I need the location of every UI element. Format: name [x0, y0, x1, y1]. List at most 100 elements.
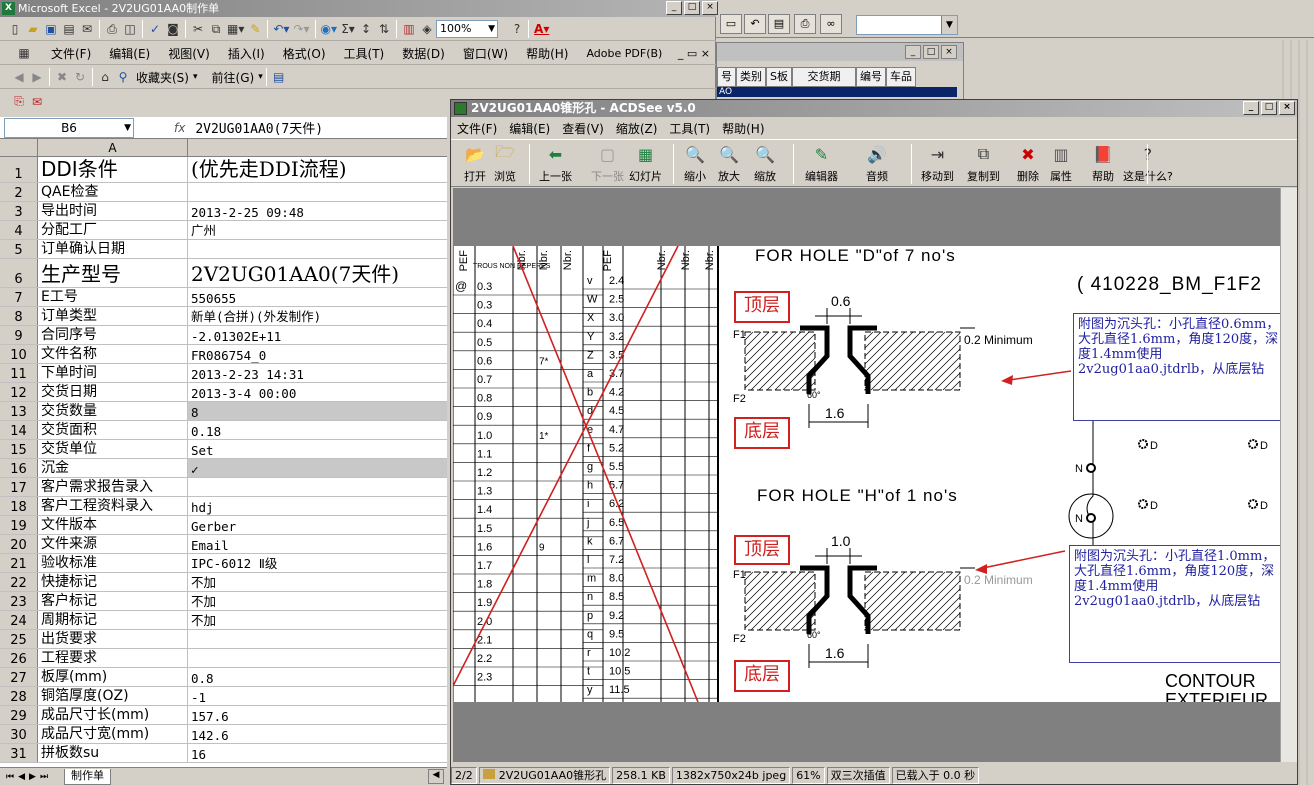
- bg-toolbar-icon[interactable]: ▤: [768, 14, 790, 34]
- row-number[interactable]: 14: [0, 421, 38, 439]
- research-icon[interactable]: ◙: [164, 20, 182, 38]
- column-header-a[interactable]: A: [38, 139, 188, 157]
- cell-value[interactable]: [188, 240, 447, 258]
- cell-value[interactable]: 不加: [188, 592, 447, 610]
- cell-label[interactable]: 交货单位: [38, 440, 188, 458]
- cell-label[interactable]: 交货日期: [38, 383, 188, 401]
- email-icon[interactable]: ✉: [78, 20, 96, 38]
- cell-value[interactable]: 2013-2-23 14:31: [188, 364, 447, 382]
- menu-adobe-pdf[interactable]: Adobe PDF(B): [586, 47, 662, 60]
- row-number[interactable]: 3: [0, 202, 38, 220]
- cell-value[interactable]: 8: [188, 402, 447, 420]
- row-number[interactable]: 10: [0, 345, 38, 363]
- cell-value[interactable]: ✓: [188, 459, 447, 477]
- cell-value[interactable]: -1: [188, 687, 447, 705]
- menu-edit[interactable]: 编辑(E): [109, 45, 150, 62]
- cell-value[interactable]: hdj: [188, 497, 447, 515]
- select-all-corner[interactable]: [0, 139, 38, 157]
- cell-label[interactable]: 订单类型: [38, 307, 188, 325]
- bg-toolbar-icon[interactable]: ↶: [744, 14, 766, 34]
- toolbar-button-browse[interactable]: 🗁 浏览: [493, 142, 517, 184]
- menu-file[interactable]: 文件(F): [457, 120, 497, 137]
- row-number[interactable]: 19: [0, 516, 38, 534]
- sheet-tab[interactable]: 制作单: [64, 768, 112, 785]
- drawing-icon[interactable]: ◈: [418, 20, 436, 38]
- sort-desc-icon[interactable]: ⇅: [375, 20, 393, 38]
- minimize-icon[interactable]: _: [1243, 101, 1259, 115]
- chart-wizard-icon[interactable]: ▥: [400, 20, 418, 38]
- menu-format[interactable]: 格式(O): [283, 45, 326, 62]
- row-number[interactable]: 11: [0, 364, 38, 382]
- close-icon[interactable]: ×: [1279, 101, 1295, 115]
- cell-label[interactable]: 分配工厂: [38, 221, 188, 239]
- cell-label[interactable]: 周期标记: [38, 611, 188, 629]
- row-number[interactable]: 4: [0, 221, 38, 239]
- cell-value[interactable]: 550655: [188, 288, 447, 306]
- cell-value[interactable]: 2013-3-4 00:00: [188, 383, 447, 401]
- toolbar-button-properties[interactable]: ▥ 属性: [1049, 143, 1073, 184]
- cell-label[interactable]: 客户工程资料录入: [38, 497, 188, 515]
- cell-label[interactable]: 文件版本: [38, 516, 188, 534]
- row-number[interactable]: 29: [0, 706, 38, 724]
- toolbar-button-delete-x[interactable]: ✖ 删除: [1016, 143, 1040, 184]
- toolbar-button-zoom[interactable]: 🔍 缩放: [753, 143, 777, 184]
- cell-value[interactable]: [188, 478, 447, 496]
- row-number[interactable]: 26: [0, 649, 38, 667]
- zoom-select[interactable]: 100% ▼: [436, 20, 499, 38]
- cell-label[interactable]: 成品尺寸宽(mm): [38, 725, 188, 743]
- row-number[interactable]: 24: [0, 611, 38, 629]
- row-number[interactable]: 9: [0, 326, 38, 344]
- print-preview-icon[interactable]: ◫: [121, 20, 139, 38]
- hyperlink-icon[interactable]: ◉▾: [319, 20, 340, 38]
- row-number[interactable]: 2: [0, 183, 38, 201]
- minimize-icon[interactable]: _: [905, 45, 921, 59]
- cell-value[interactable]: Email: [188, 535, 447, 553]
- maximize-icon[interactable]: □: [684, 1, 700, 15]
- cell-value[interactable]: FR086754_0: [188, 345, 447, 363]
- cell-value[interactable]: 16: [188, 744, 447, 762]
- cell-value[interactable]: 157.6: [188, 706, 447, 724]
- toolbar-button-zoom-in[interactable]: 🔍 放大: [717, 143, 741, 184]
- row-number[interactable]: 15: [0, 440, 38, 458]
- forward-icon[interactable]: ▶: [28, 68, 46, 86]
- close-icon[interactable]: ×: [702, 1, 718, 15]
- row-number[interactable]: 17: [0, 478, 38, 496]
- search-web-icon[interactable]: ⚲: [114, 68, 132, 86]
- toolbar-button-copy-to[interactable]: ⧉ 复制到: [967, 143, 1000, 184]
- menu-data[interactable]: 数据(D): [402, 45, 445, 62]
- printer-icon[interactable]: ⎙: [794, 14, 816, 34]
- cell-label[interactable]: 合同序号: [38, 326, 188, 344]
- cell-value[interactable]: [188, 183, 447, 201]
- menu-file[interactable]: 文件(F): [51, 45, 91, 62]
- row-number[interactable]: 8: [0, 307, 38, 325]
- cell-label[interactable]: 铜箔厚度(OZ): [38, 687, 188, 705]
- binoculars-icon[interactable]: ∞: [820, 14, 842, 34]
- toolbar-button-zoom-out[interactable]: 🔍 缩小: [683, 143, 707, 184]
- open-folder-icon[interactable]: ▰: [24, 20, 42, 38]
- cell-value[interactable]: 2013-2-25 09:48: [188, 202, 447, 220]
- cell-label[interactable]: 导出时间: [38, 202, 188, 220]
- cell-label[interactable]: E工号: [38, 288, 188, 306]
- maximize-icon[interactable]: □: [1261, 101, 1277, 115]
- row-number[interactable]: 30: [0, 725, 38, 743]
- toolbar-button-editor-wand[interactable]: ✎ 编辑器: [805, 143, 838, 184]
- home-icon[interactable]: ⌂: [96, 68, 114, 86]
- close-icon[interactable]: ×: [941, 45, 957, 59]
- redo-icon[interactable]: ↷▾: [291, 20, 311, 38]
- menu-tools[interactable]: 工具(T): [669, 120, 710, 137]
- cell-label[interactable]: 文件来源: [38, 535, 188, 553]
- menu-help[interactable]: 帮助(H): [526, 45, 568, 62]
- cell-value[interactable]: 不加: [188, 573, 447, 591]
- row-number[interactable]: 13: [0, 402, 38, 420]
- toolbar-button-open-folder[interactable]: 📂 打开: [463, 143, 487, 184]
- row-number[interactable]: 12: [0, 383, 38, 401]
- bg-selected-row[interactable]: AO: [717, 87, 957, 97]
- toolbar-button-speaker[interactable]: 🔊 音频: [865, 143, 889, 184]
- menu-zoom[interactable]: 缩放(Z): [616, 120, 658, 137]
- stop-icon[interactable]: ✖: [53, 68, 71, 86]
- cell-value[interactable]: 0.18: [188, 421, 447, 439]
- cell-label[interactable]: 板厚(mm): [38, 668, 188, 686]
- menu-help[interactable]: 帮助(H): [722, 120, 764, 137]
- row-number[interactable]: 18: [0, 497, 38, 515]
- toolbar-button-next-arrow[interactable]: ▢ 下一张: [591, 143, 624, 184]
